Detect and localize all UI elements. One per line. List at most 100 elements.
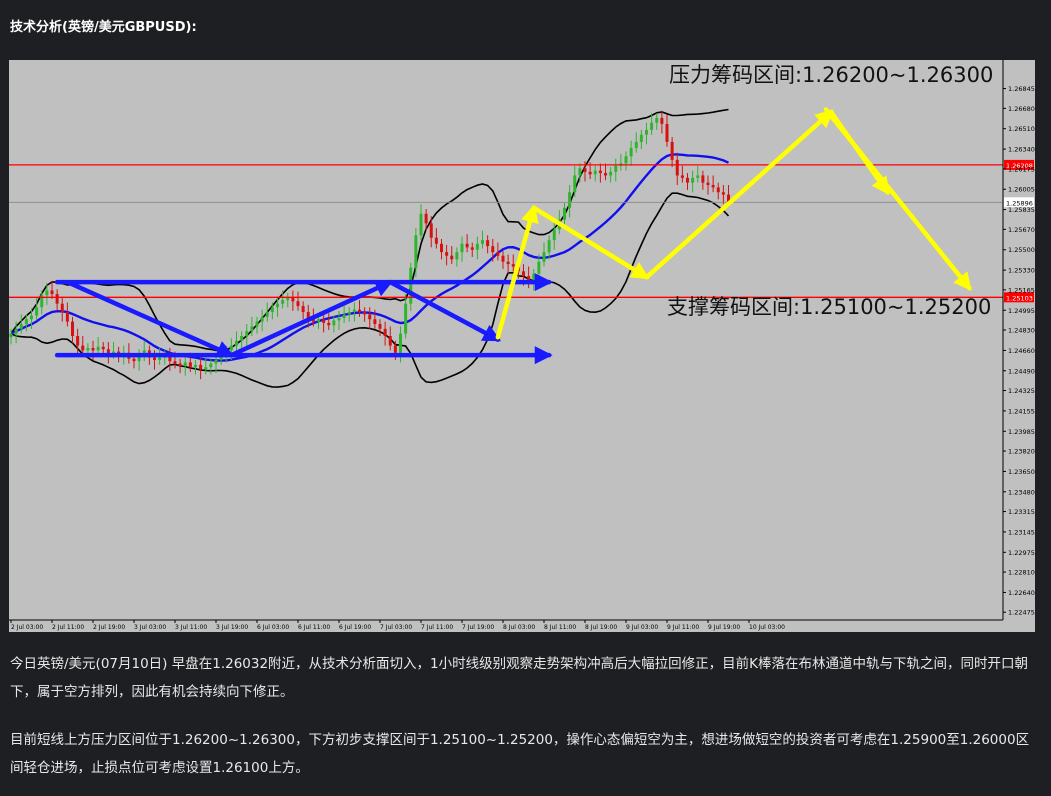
candle-body [481, 240, 484, 244]
candle-body [440, 243, 443, 253]
price-tick-label: 1.25835 [1008, 206, 1035, 214]
candle-body [434, 237, 438, 244]
price-tick-label: 1.26175 [1008, 165, 1035, 173]
price-tick-label: 1.26510 [1008, 125, 1035, 133]
price-tick-label: 1.25500 [1008, 246, 1035, 254]
candle-body [19, 324, 23, 329]
candle-body [101, 346, 105, 350]
candle-body [450, 255, 454, 260]
price-tick-label: 1.26845 [1008, 85, 1035, 93]
candle-body [578, 168, 582, 176]
candle-body [204, 367, 208, 370]
time-tick-label: 7 Jul 03:00 [380, 624, 412, 631]
candle-body [660, 117, 664, 124]
candle-body [24, 319, 28, 325]
price-tick-label: 1.24490 [1008, 367, 1035, 375]
resistance-annotation: 压力筹码区间:1.26200~1.26300 [669, 63, 993, 87]
time-tick-label: 9 Jul 03:00 [626, 624, 658, 631]
time-tick-label: 8 Jul 19:00 [585, 624, 617, 631]
candle-body [153, 357, 156, 360]
candle-body [260, 316, 264, 322]
candle-body [235, 340, 238, 346]
candle-body [245, 331, 249, 337]
candle-body [81, 345, 85, 351]
time-tick-label: 2 Jul 11:00 [52, 624, 84, 631]
price-tick-label: 1.23820 [1008, 448, 1035, 456]
candle-body [563, 207, 566, 220]
time-tick-label: 2 Jul 19:00 [93, 624, 125, 631]
time-tick-label: 7 Jul 19:00 [462, 624, 494, 631]
candle-body [199, 364, 203, 370]
candle-body [286, 297, 290, 301]
candle-body [496, 252, 500, 256]
candle-body [604, 173, 607, 176]
candle-body [393, 345, 397, 353]
candle-body [229, 345, 233, 351]
candle-body [209, 363, 213, 368]
candle-body [486, 240, 490, 247]
candle-body [327, 322, 331, 326]
price-tick-label: 1.23145 [1008, 528, 1035, 536]
candle-body [368, 314, 372, 320]
candle-body [60, 303, 64, 313]
candle-body [609, 171, 613, 176]
time-tick-label: 6 Jul 03:00 [257, 624, 289, 631]
candle-body [9, 333, 13, 338]
candle-body [506, 261, 510, 265]
candle-body [378, 324, 382, 329]
candle-body [645, 129, 648, 135]
price-tick-label: 1.26005 [1008, 186, 1035, 194]
candle-body [614, 165, 618, 172]
price-tick-label: 1.24660 [1008, 347, 1035, 355]
candle-body [322, 319, 326, 323]
time-tick-label: 3 Jul 03:00 [134, 624, 166, 631]
price-tick-label: 1.22640 [1008, 589, 1035, 597]
candle-body [409, 267, 413, 304]
candle-body [45, 290, 49, 296]
candle-body [188, 362, 192, 368]
price-tick-label: 1.24155 [1008, 407, 1035, 415]
candle-body [373, 319, 377, 325]
price-tick-label: 1.26340 [1008, 146, 1035, 154]
candle-body [537, 261, 541, 274]
candle-body [50, 290, 54, 295]
candle-body [337, 318, 341, 321]
candle-body [276, 303, 279, 308]
time-tick-label: 6 Jul 19:00 [339, 624, 371, 631]
candle-body [598, 170, 602, 174]
candle-body [332, 320, 336, 326]
price-tick-label: 1.24995 [1008, 307, 1035, 315]
price-tick-label: 1.22475 [1008, 609, 1035, 617]
price-tick-label: 1.23985 [1008, 428, 1035, 436]
candle-body [629, 147, 633, 157]
candle-body [76, 336, 80, 346]
candle-body [665, 123, 669, 142]
candle-body [691, 177, 695, 183]
candle-body [301, 306, 305, 313]
time-tick-label: 8 Jul 03:00 [503, 624, 535, 631]
candle-body [173, 361, 177, 364]
candle-body [711, 185, 715, 188]
candle-body [30, 315, 33, 320]
candle-body [35, 307, 39, 316]
candle-body [347, 312, 351, 315]
time-tick-label: 6 Jul 11:00 [298, 624, 330, 631]
time-tick-label: 10 Jul 03:00 [749, 624, 785, 631]
candle-body [214, 359, 218, 364]
time-tick-label: 7 Jul 11:00 [421, 624, 453, 631]
candle-body [573, 175, 577, 193]
price-tick-label: 1.23315 [1008, 508, 1035, 516]
price-tick-label: 1.25330 [1008, 267, 1035, 275]
candle-body [404, 303, 408, 334]
candle-body [255, 321, 259, 327]
price-tick-label: 1.25165 [1008, 286, 1035, 294]
candle-body [696, 175, 700, 178]
candle-body [14, 328, 18, 334]
candle-body [568, 192, 572, 208]
candle-body [429, 223, 433, 238]
candle-body [675, 159, 679, 176]
candle-body [593, 170, 597, 175]
time-tick-label: 2 Jul 03:00 [11, 624, 43, 631]
candle-body [542, 252, 546, 262]
candle-body [383, 328, 387, 337]
